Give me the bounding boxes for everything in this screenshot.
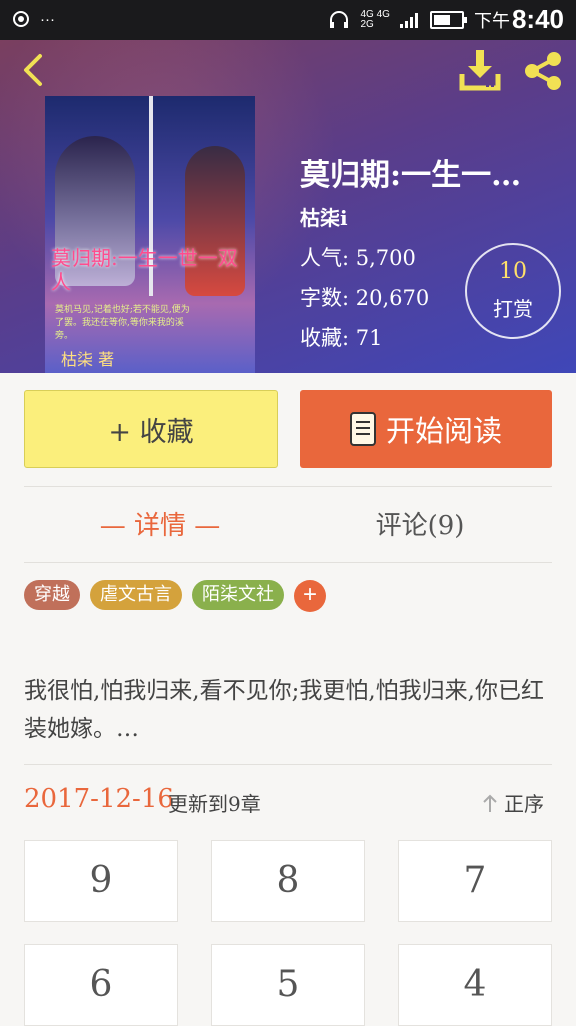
status-right: 4G 4G 2G 下午 8:40: [328, 4, 564, 35]
tag-chip[interactable]: 虐文古言: [90, 580, 182, 610]
more-notifications: ···: [40, 10, 55, 28]
book-icon: [349, 412, 376, 446]
chapter-button[interactable]: 9: [24, 840, 178, 922]
download-icon[interactable]: [456, 48, 504, 94]
status-bar: ··· 4G 4G 2G 下午 8:40: [0, 0, 576, 40]
tag-chip[interactable]: 穿越: [24, 580, 80, 610]
start-reading-label: 开始阅读: [385, 414, 502, 448]
network-bottom-label: 2G: [360, 18, 374, 30]
headphones-icon: [330, 10, 349, 28]
divider: [24, 764, 552, 765]
signal-icon: [399, 12, 418, 28]
cover-author: 枯柒 著: [61, 350, 115, 369]
status-ampm: 下午: [473, 10, 510, 31]
add-tag-button[interactable]: +: [294, 580, 326, 612]
tab-details[interactable]: — 详情 —: [60, 505, 260, 542]
favorites-stat: 收藏: 71: [300, 326, 383, 350]
update-date: 2017-12-16: [24, 784, 174, 814]
status-time: 8:40: [511, 4, 564, 34]
battery-icon: [429, 10, 467, 29]
word-count-stat: 字数: 20,670: [300, 286, 430, 310]
book-cover[interactable]: 莫归期:一生一世一双人 莫机马见,记着也好;若不能见,便为了罢。我还在等你,等你…: [45, 96, 255, 373]
app-notification-icon: [13, 11, 29, 27]
collect-label: + 收藏: [108, 416, 194, 448]
network-top-label: 4G 4G: [360, 8, 390, 20]
tab-comments[interactable]: 评论(9): [320, 505, 520, 542]
back-arrow-icon[interactable]: [14, 50, 54, 90]
collect-button[interactable]: + 收藏: [24, 390, 278, 468]
update-text: 更新到9章: [168, 792, 261, 816]
divider: [24, 486, 552, 487]
tag-chip[interactable]: 陌柒文社: [192, 580, 284, 610]
book-header: 莫归期:一生一世一双人 莫机马见,记着也好;若不能见,便为了罢。我还在等你,等你…: [0, 40, 576, 373]
sort-order-button[interactable]: 正序: [482, 788, 544, 817]
cover-verse: 莫机马见,记着也好;若不能见,便为了罢。我还在等你,等你来我的溪旁。: [55, 305, 190, 341]
tip-button[interactable]: 10 打赏: [465, 243, 561, 339]
book-synopsis[interactable]: 我很怕,怕我归来,看不见你;我更怕,怕我归来,你已红装她嫁。…: [24, 672, 554, 748]
start-reading-button[interactable]: 开始阅读: [300, 390, 552, 468]
divider: [24, 562, 552, 563]
chapter-button[interactable]: 8: [211, 840, 365, 922]
book-author[interactable]: 枯柒i: [300, 202, 348, 231]
chapter-button[interactable]: 7: [398, 840, 552, 922]
chapter-button[interactable]: 5: [211, 944, 365, 1026]
tag-list: 穿越 虐文古言 陌柒文社 +: [24, 580, 326, 612]
tip-count: 10: [499, 259, 527, 284]
sort-label: 正序: [504, 792, 544, 816]
share-icon[interactable]: [520, 48, 566, 94]
network-indicator: 4G 4G 2G: [360, 8, 390, 30]
chapter-button[interactable]: 6: [24, 944, 178, 1026]
chapter-button[interactable]: 4: [398, 944, 552, 1026]
popularity-stat: 人气: 5,700: [300, 246, 416, 270]
status-left: ···: [12, 10, 55, 28]
arrow-up-icon: [483, 794, 497, 812]
book-title: 莫归期:一生一…: [300, 158, 522, 193]
cover-title: 莫归期:一生一世一双人: [51, 246, 238, 294]
tip-label: 打赏: [493, 297, 533, 321]
